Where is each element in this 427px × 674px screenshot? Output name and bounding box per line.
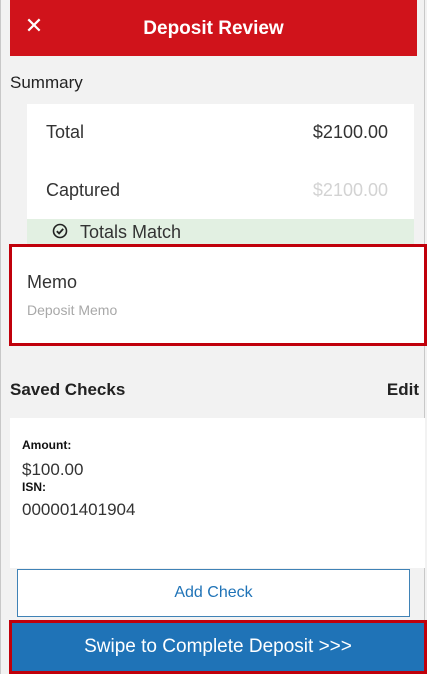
memo-field[interactable]: Memo Deposit Memo xyxy=(9,244,427,346)
captured-value: $2100.00 xyxy=(312,180,388,200)
captured-label: Captured xyxy=(46,180,121,200)
saved-checks-list: Amount: $100.00 ISN: 000001401904 xyxy=(10,418,425,568)
check-amount: $100.00 xyxy=(22,460,84,479)
swipe-complete-deposit-button[interactable]: Swipe to Complete Deposit >>> xyxy=(9,620,427,674)
app-header: ✕ Deposit Review xyxy=(10,0,417,56)
amount-label: Amount: xyxy=(22,438,72,452)
totals-match-banner: Totals Match xyxy=(27,219,414,247)
summary-card: Total $2100.00 Captured $2100.00 xyxy=(27,104,414,220)
saved-checks-header: Saved Checks Edit xyxy=(10,380,427,406)
saved-checks-title: Saved Checks xyxy=(10,380,126,399)
total-value: $2100.00 xyxy=(312,122,388,142)
isn-label: ISN: xyxy=(22,480,46,494)
total-label: Total xyxy=(46,122,85,142)
captured-row: Captured $2100.00 xyxy=(27,162,414,220)
add-check-button[interactable]: Add Check xyxy=(17,569,410,617)
summary-label: Summary xyxy=(10,73,83,92)
check-circle-icon xyxy=(52,223,68,239)
total-row: Total $2100.00 xyxy=(27,104,414,162)
memo-label: Memo xyxy=(27,272,78,292)
edit-button[interactable]: Edit xyxy=(387,380,419,400)
totals-match-text: Totals Match xyxy=(80,222,182,242)
check-isn: 000001401904 xyxy=(22,500,136,519)
memo-input[interactable]: Deposit Memo xyxy=(27,302,117,318)
page-title: Deposit Review xyxy=(143,18,284,39)
